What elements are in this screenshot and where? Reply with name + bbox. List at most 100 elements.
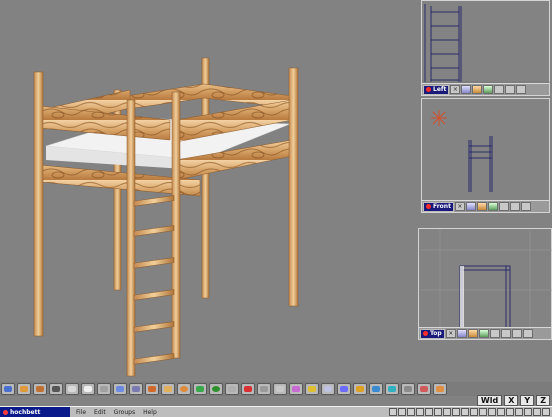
tray-icon[interactable] [461, 408, 469, 416]
rotate-icon[interactable] [483, 85, 494, 94]
tray-icon[interactable] [470, 408, 478, 416]
pipe-icon[interactable] [225, 383, 239, 395]
fog-icon[interactable] [401, 383, 415, 395]
fit-icon[interactable] [489, 329, 500, 338]
menu-help[interactable]: Help [143, 409, 157, 416]
camera-tool-icon[interactable] [49, 383, 63, 395]
tray-icon[interactable] [524, 408, 532, 416]
y-axis-button[interactable]: Y [520, 395, 535, 406]
tray-icon[interactable] [542, 408, 550, 416]
world-button[interactable]: Wld [476, 395, 503, 406]
fit-icon[interactable] [494, 85, 505, 94]
close-icon[interactable]: × [445, 329, 456, 338]
background-icon[interactable] [417, 383, 431, 395]
torus-icon[interactable] [209, 383, 223, 395]
zoom-icon[interactable] [461, 85, 472, 94]
top-view [420, 230, 552, 328]
tray-icon[interactable] [407, 408, 415, 416]
render-icon[interactable] [511, 329, 522, 338]
tray-icon[interactable] [515, 408, 523, 416]
tools-toolbar [0, 382, 552, 396]
ladder-rungs [133, 195, 175, 365]
animation-icon[interactable] [353, 383, 367, 395]
close-icon[interactable]: × [454, 202, 465, 211]
undo-icon[interactable] [1, 383, 15, 395]
rotate-tool-icon[interactable] [97, 383, 111, 395]
light-tool-icon[interactable] [241, 383, 255, 395]
camera-icon [426, 87, 431, 92]
app-title[interactable]: hochbett [0, 407, 70, 417]
close-icon[interactable]: × [450, 85, 461, 94]
front-view [431, 110, 493, 192]
zoom-icon[interactable] [465, 202, 476, 211]
grid-icon[interactable] [509, 202, 520, 211]
script-icon[interactable] [433, 383, 447, 395]
cone-icon[interactable] [193, 383, 207, 395]
rotate-icon[interactable] [487, 202, 498, 211]
tray-icon[interactable] [488, 408, 496, 416]
maximize-icon[interactable] [522, 329, 533, 338]
tray-icon[interactable] [452, 408, 460, 416]
viewport-label-left[interactable]: Left [423, 84, 450, 95]
move-icon[interactable] [65, 383, 79, 395]
tray-icon[interactable] [479, 408, 487, 416]
light-icon [431, 110, 447, 126]
app-icon [3, 409, 8, 415]
pan-icon[interactable] [467, 329, 478, 338]
tray-icon[interactable] [497, 408, 505, 416]
axis-buttons: Wld X Y Z [476, 395, 550, 406]
tray-icon[interactable] [398, 408, 406, 416]
x-axis-button[interactable]: X [504, 395, 519, 406]
render-tool-icon[interactable] [385, 383, 399, 395]
object-icon[interactable] [33, 383, 47, 395]
paint-icon[interactable] [305, 383, 319, 395]
bone-icon[interactable] [321, 383, 335, 395]
top-viewport-toolbar: Top × [419, 327, 551, 339]
tray-icon[interactable] [533, 408, 541, 416]
tray-icon[interactable] [425, 408, 433, 416]
left-viewport[interactable]: Left × [421, 0, 550, 96]
menu-groups[interactable]: Groups [114, 409, 135, 416]
deform-icon[interactable] [289, 383, 303, 395]
pan-icon[interactable] [472, 85, 483, 94]
camera-icon [423, 331, 428, 336]
rotate-icon[interactable] [478, 329, 489, 338]
select-icon[interactable] [17, 383, 31, 395]
zoom-icon[interactable] [456, 329, 467, 338]
grid-icon[interactable] [505, 85, 516, 94]
maximize-icon[interactable] [520, 202, 531, 211]
ladder-rail-left [126, 99, 136, 377]
arrow-icon[interactable] [81, 383, 95, 395]
maximize-icon[interactable] [516, 85, 527, 94]
viewport-label-top[interactable]: Top [420, 328, 445, 339]
fit-icon[interactable] [498, 202, 509, 211]
front-viewport[interactable]: Front × [421, 98, 550, 213]
ladder-rail-right [171, 91, 181, 359]
taskbar: hochbett File Edit Groups Help [0, 406, 552, 417]
grid-tool-icon[interactable] [337, 383, 351, 395]
pan-icon[interactable] [476, 202, 487, 211]
tray-icon[interactable] [506, 408, 514, 416]
viewport-label-front[interactable]: Front [423, 201, 454, 212]
left-view [423, 4, 550, 83]
status-tray [389, 408, 552, 416]
mesh-icon[interactable] [129, 383, 143, 395]
top-viewport[interactable]: Top × [418, 228, 552, 340]
z-axis-button[interactable]: Z [536, 395, 550, 406]
tray-icon[interactable] [389, 408, 397, 416]
path-icon[interactable] [273, 383, 287, 395]
spline-icon[interactable] [257, 383, 271, 395]
tray-icon[interactable] [434, 408, 442, 416]
scale-icon[interactable] [113, 383, 127, 395]
menu-bar: File Edit Groups Help [70, 409, 157, 416]
texture-icon[interactable] [161, 383, 175, 395]
front-post-left [33, 71, 44, 337]
keyframe-icon[interactable] [369, 383, 383, 395]
grid-icon[interactable] [500, 329, 511, 338]
menu-file[interactable]: File [76, 409, 86, 416]
sphere-icon[interactable] [177, 383, 191, 395]
menu-edit[interactable]: Edit [94, 409, 106, 416]
material-icon[interactable] [145, 383, 159, 395]
tray-icon[interactable] [443, 408, 451, 416]
tray-icon[interactable] [416, 408, 424, 416]
